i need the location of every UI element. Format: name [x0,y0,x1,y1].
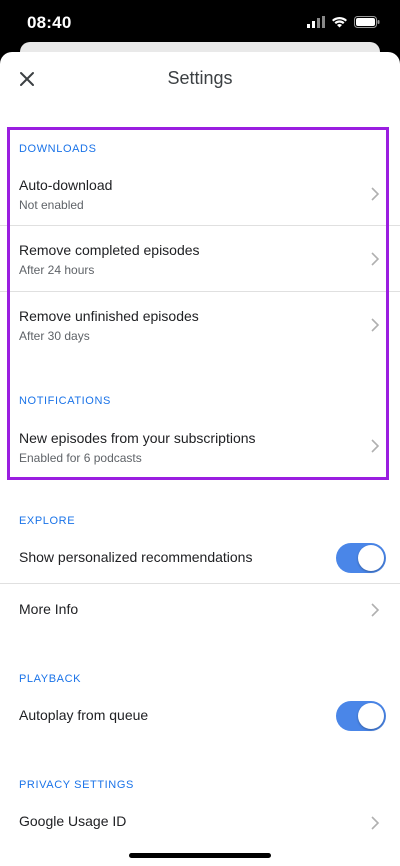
personalized-toggle[interactable] [336,543,386,573]
section-playback: PLAYBACK [19,673,82,685]
autoplay-row[interactable]: Autoplay from queue [0,692,400,742]
row-subtitle: Not enabled [19,198,84,212]
chevron-right-icon [371,439,380,453]
row-subtitle: After 24 hours [19,263,95,277]
section-notifications: NOTIFICATIONS [19,395,111,407]
new-episodes-row[interactable]: New episodes from your subscriptions Ena… [0,418,400,476]
home-indicator [129,853,271,858]
section-explore: EXPLORE [19,515,76,527]
row-title: Auto-download [19,177,113,193]
chevron-right-icon [371,318,380,332]
remove-unfinished-row[interactable]: Remove unfinished episodes After 30 days [0,292,400,357]
status-bar: 08:40 [0,0,400,44]
toggle-knob [358,545,384,571]
row-title: Show personalized recommendations [19,549,253,565]
status-time: 08:40 [27,13,72,32]
personalized-recommendations-row[interactable]: Show personalized recommendations [0,532,400,583]
chevron-right-icon [371,816,380,830]
more-info-row[interactable]: More Info [0,584,400,636]
wifi-icon [332,17,347,28]
autoplay-toggle[interactable] [336,701,386,731]
signal-icon [307,16,325,28]
chevron-right-icon [371,187,380,201]
chevron-right-icon [371,252,380,266]
battery-icon [354,16,380,28]
row-title: More Info [19,601,79,617]
row-title: Autoplay from queue [19,707,149,723]
page-title: Settings [167,68,233,88]
row-title: Remove unfinished episodes [19,308,199,324]
chevron-right-icon [371,603,380,617]
row-subtitle: After 30 days [19,329,90,343]
settings-sheet: Settings DOWNLOADS Auto-download Not ena… [0,52,400,866]
row-title: Google Usage ID [19,813,127,829]
header: Settings [0,52,400,108]
remove-completed-row[interactable]: Remove completed episodes After 24 hours [0,226,400,291]
row-subtitle: Enabled for 6 podcasts [19,451,142,465]
toggle-knob [358,703,384,729]
status-icons [307,16,380,28]
auto-download-row[interactable]: Auto-download Not enabled [0,168,400,225]
google-usage-id-row[interactable]: Google Usage ID [0,798,400,848]
row-title: New episodes from your subscriptions [19,430,256,446]
row-title: Remove completed episodes [19,242,200,258]
section-privacy: PRIVACY SETTINGS [19,779,134,791]
section-downloads: DOWNLOADS [19,143,97,155]
